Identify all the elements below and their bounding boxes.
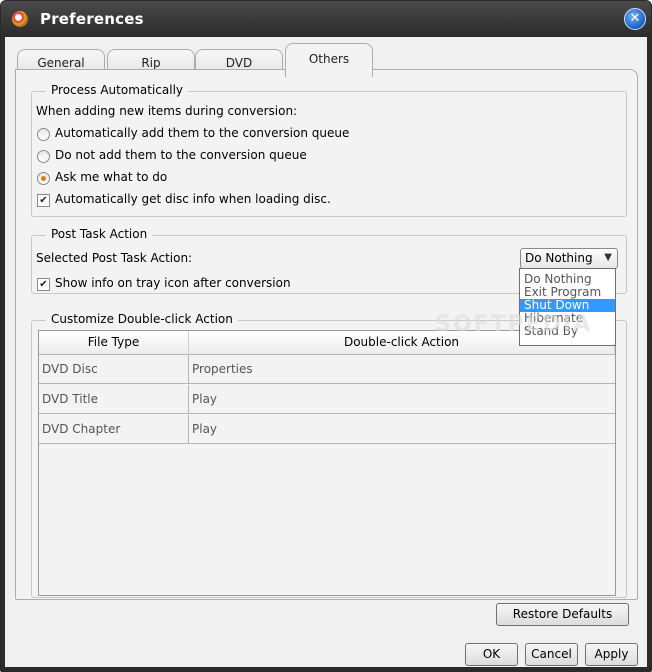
softpedia-watermark: SOFTPEDIA: [435, 312, 593, 337]
table-row-dvd-chapter-type[interactable]: DVD Chapter: [39, 415, 189, 444]
checkmark-icon: ✔: [39, 195, 48, 206]
adding-items-intro: When adding new items during conversion:: [36, 104, 298, 118]
process-automatically-group: Process Automatically When adding new it…: [31, 83, 627, 217]
tray-info-label[interactable]: Show info on tray icon after conversion: [55, 276, 291, 290]
double-click-table: File Type Double-click Action DVD Disc P…: [38, 330, 616, 596]
radio-auto-add[interactable]: [37, 128, 50, 141]
tray-info-checkbox[interactable]: ✔: [37, 278, 50, 291]
post-task-action-legend: Post Task Action: [46, 227, 153, 241]
table-row-dvd-title-type[interactable]: DVD Title: [39, 385, 189, 414]
column-header-file-type[interactable]: File Type: [39, 331, 189, 355]
preferences-window: Preferences ✕ General Rip DVD Others Pro…: [0, 0, 652, 672]
app-disc-icon: [12, 11, 28, 27]
table-row-dvd-disc-action[interactable]: Properties: [189, 355, 615, 384]
disc-info-label[interactable]: Automatically get disc info when loading…: [55, 192, 331, 206]
close-icon[interactable]: ✕: [624, 8, 646, 30]
table-row-dvd-disc-type[interactable]: DVD Disc: [39, 355, 189, 384]
post-task-selected-value: Do Nothing: [525, 251, 593, 265]
window-title: Preferences: [40, 10, 144, 28]
cancel-button[interactable]: Cancel: [525, 643, 578, 666]
checkmark-icon: ✔: [39, 279, 48, 290]
double-click-action-legend: Customize Double-click Action: [46, 312, 238, 326]
window-client-area: General Rip DVD Others Process Automatic…: [5, 37, 647, 667]
table-row-dvd-title-action[interactable]: Play: [189, 385, 615, 414]
chevron-down-icon: ▼: [604, 252, 612, 263]
tab-others[interactable]: Others: [285, 43, 373, 77]
radio-ask-me-label[interactable]: Ask me what to do: [55, 170, 167, 184]
radio-do-not-add[interactable]: [37, 150, 50, 163]
restore-defaults-button[interactable]: Restore Defaults: [496, 603, 629, 626]
double-click-action-group: Customize Double-click Action File Type …: [31, 312, 627, 598]
table-row-dvd-chapter-action[interactable]: Play: [189, 415, 615, 444]
apply-button[interactable]: Apply: [585, 643, 638, 666]
radio-ask-me[interactable]: [37, 172, 50, 185]
radio-do-not-add-label[interactable]: Do not add them to the conversion queue: [55, 148, 307, 162]
ok-button[interactable]: OK: [465, 643, 518, 666]
disc-info-checkbox[interactable]: ✔: [37, 194, 50, 207]
process-automatically-legend: Process Automatically: [46, 83, 188, 97]
post-task-select-label: Selected Post Task Action:: [36, 251, 193, 265]
post-task-select[interactable]: Do Nothing ▼: [520, 248, 618, 269]
title-bar[interactable]: Preferences ✕: [1, 1, 651, 37]
radio-auto-add-label[interactable]: Automatically add them to the conversion…: [55, 126, 349, 140]
